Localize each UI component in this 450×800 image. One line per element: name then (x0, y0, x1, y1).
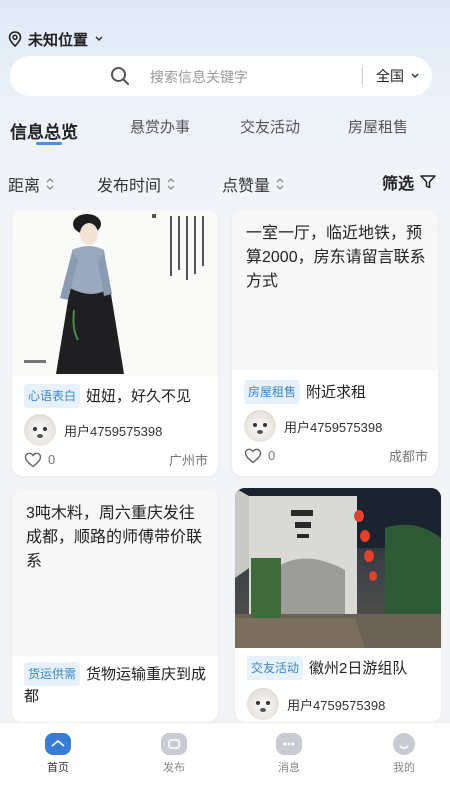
post-author[interactable]: 用户4759575398 (247, 688, 385, 720)
like-button[interactable]: 0 (244, 448, 275, 464)
heart-icon (244, 448, 262, 463)
post-author[interactable]: 用户4759575398 (24, 414, 162, 446)
sort-arrows-icon (46, 178, 54, 190)
filter-button[interactable]: 筛选 (382, 170, 436, 194)
filter-icon (420, 175, 436, 189)
sort-distance-label: 距离 (8, 178, 41, 195)
post-card[interactable]: 3吨木料，周六重庆发往成都，顺路的师傅带价联系 货运供需 货物运输重庆到成都 (12, 490, 218, 722)
post-body-text: 一室一厅，临近地铁，预算2000，房东请留言联系方式 (246, 225, 426, 290)
post-footer: 0 成都市 (244, 446, 428, 465)
like-count: 0 (48, 452, 56, 467)
tab-housing[interactable]: 房屋租售 (348, 116, 408, 137)
chevron-down-icon (95, 36, 103, 42)
sort-arrows-icon (167, 178, 175, 190)
like-button[interactable]: 0 (24, 452, 55, 468)
tab-social[interactable]: 交友活动 (240, 116, 300, 137)
location-label: 未知位置 (28, 31, 89, 49)
sort-time-label: 发布时间 (97, 178, 162, 195)
post-footer: 0 广州市 (24, 450, 208, 469)
nav-profile-label: 我的 (393, 762, 415, 774)
like-count: 0 (268, 448, 276, 463)
post-text-preview: 一室一厅，临近地铁，预算2000，房东请留言联系方式 (232, 210, 438, 370)
region-label: 全国 (376, 68, 404, 84)
post-title-text: 附近求租 (306, 384, 367, 401)
author-name: 用户4759575398 (284, 419, 383, 435)
chevron-down-icon (411, 73, 419, 79)
sort-time[interactable]: 发布时间 (97, 172, 177, 196)
post-author[interactable]: 用户4759575398 (244, 410, 382, 442)
post-tag: 交友活动 (247, 656, 304, 680)
post-city: 广州市 (168, 453, 208, 468)
post-tag: 货运供需 (24, 662, 81, 686)
post-text-preview: 3吨木料，周六重庆发往成都，顺路的师傅带价联系 (12, 490, 218, 656)
post-title: 货运供需 货物运输重庆到成都 (24, 662, 208, 708)
post-tag: 心语表白 (24, 384, 81, 408)
nav-messages-label: 消息 (278, 762, 300, 774)
region-selector[interactable]: 全国 (376, 66, 420, 86)
post-title: 心语表白 妞妞，好久不见 (24, 384, 208, 408)
post-title: 房屋租售 附近求租 (244, 380, 428, 404)
profile-icon (393, 733, 415, 755)
category-tabs: 信息总览 悬赏办事 交友活动 房屋租售 (0, 112, 450, 152)
sort-bar: 距离 发布时间 点赞量 筛选 (0, 168, 450, 198)
publish-icon (161, 733, 187, 755)
post-image-ink-painting (12, 210, 218, 376)
avatar (247, 688, 279, 720)
location-pin-icon (8, 31, 22, 47)
home-icon (45, 733, 71, 755)
nav-profile[interactable]: 我的 (374, 733, 434, 775)
post-card[interactable]: 一室一厅，临近地铁，预算2000，房东请留言联系方式 房屋租售 附近求租 用户47… (232, 210, 438, 476)
sort-arrows-icon (276, 178, 284, 190)
nav-messages[interactable]: 消息 (259, 733, 319, 775)
post-body-text: 3吨木料，周六重庆发往成都，顺路的师傅带价联系 (26, 505, 203, 570)
location-selector[interactable]: 未知位置 (8, 28, 104, 50)
post-title-text: 妞妞，好久不见 (86, 388, 192, 405)
nav-publish-label: 发布 (163, 762, 185, 774)
author-name: 用户4759575398 (287, 697, 386, 713)
search-bar[interactable]: 搜索信息关键字 全国 (10, 56, 432, 96)
nav-home[interactable]: 首页 (28, 733, 88, 775)
author-name: 用户4759575398 (64, 423, 163, 439)
avatar (24, 414, 56, 446)
nav-publish[interactable]: 发布 (144, 733, 204, 775)
sort-likes-label: 点赞量 (222, 178, 271, 195)
search-divider (362, 66, 363, 86)
sort-distance[interactable]: 距离 (8, 172, 56, 196)
tab-bounty[interactable]: 悬赏办事 (130, 116, 190, 137)
post-card[interactable]: 交友活动 徽州2日游组队 用户4759575398 (235, 488, 441, 722)
post-tag: 房屋租售 (244, 380, 301, 404)
avatar (244, 410, 276, 442)
post-city: 成都市 (388, 449, 428, 464)
tab-overview[interactable]: 信息总览 (10, 118, 78, 143)
post-title-text: 徽州2日游组队 (309, 660, 408, 677)
search-icon (111, 67, 129, 85)
filter-label: 筛选 (381, 176, 414, 193)
nav-home-label: 首页 (47, 762, 69, 774)
post-title: 交友活动 徽州2日游组队 (247, 656, 431, 680)
active-tab-indicator (36, 142, 62, 145)
sort-likes[interactable]: 点赞量 (222, 172, 286, 196)
heart-icon (24, 452, 42, 467)
post-card[interactable]: 心语表白 妞妞，好久不见 用户4759575398 0 广州市 (12, 210, 218, 476)
post-image-huizhou-street (235, 488, 441, 648)
message-icon (276, 733, 302, 755)
bottom-navigation: 首页 发布 消息 我的 (0, 722, 450, 800)
search-input[interactable]: 搜索信息关键字 (150, 67, 248, 87)
